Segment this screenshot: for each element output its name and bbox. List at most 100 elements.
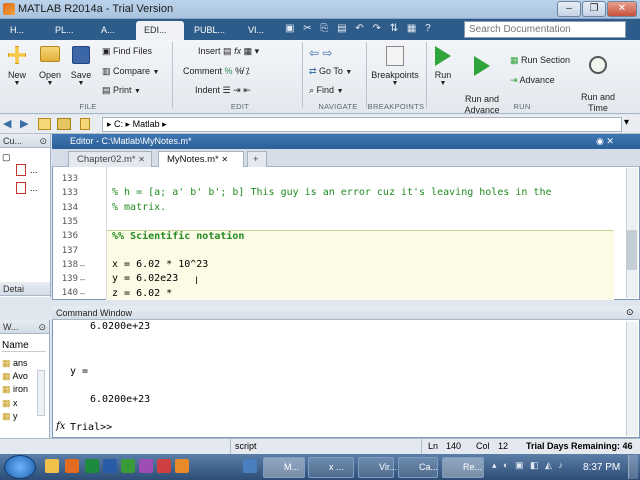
editor-window-controls[interactable]: ◉ ✕ <box>596 136 614 147</box>
tab-mynotes[interactable]: MyNotes.m* ✕ <box>158 151 244 167</box>
taskbar-virtualbox[interactable]: Vir... <box>358 457 397 478</box>
output-label: y = <box>70 366 89 377</box>
back-forward-icon[interactable]: ⇦ ⇨ <box>309 46 332 60</box>
ribbon-separator <box>426 42 427 108</box>
system-tray-icons[interactable]: ▴ ◐ ▣ ◧ ◭ ♪ <box>492 460 582 474</box>
insert-button[interactable]: Insert ▤ fx ▦ ▾ <box>198 46 259 57</box>
breakpoint-dash[interactable]: – <box>80 288 85 298</box>
code-line[interactable]: y = 6.02e23 <box>112 273 178 284</box>
file-name-truncated[interactable]: ... <box>30 183 38 193</box>
tab-home[interactable]: H... <box>2 21 46 40</box>
app-icon[interactable] <box>139 459 153 473</box>
compare-button[interactable]: ▥ Compare ▼ <box>102 66 159 77</box>
path-dropdown-icon[interactable]: ▾ <box>624 117 629 128</box>
breakpoint-dash[interactable]: – <box>80 260 85 270</box>
details-header[interactable]: Detai <box>0 282 50 296</box>
fx-icon[interactable]: fx <box>56 421 65 432</box>
code-line[interactable]: % h = [a; a' b' b'; b] This guy is an er… <box>112 187 552 198</box>
workspace-var[interactable]: ▦ iron <box>2 384 28 395</box>
run-button[interactable]: Run ▼ <box>430 46 456 87</box>
open-button[interactable]: Open ▼ <box>36 46 64 87</box>
save-button[interactable]: Save ▼ <box>68 46 94 87</box>
explorer-icon[interactable] <box>45 459 59 473</box>
command-scrollbar[interactable] <box>626 322 638 436</box>
browse-folder-icon[interactable] <box>57 118 71 130</box>
command-prompt[interactable]: Trial>> <box>70 422 112 433</box>
code-line[interactable]: % matrix. <box>112 202 166 213</box>
code-line[interactable]: x = 6.02 * 10^23 <box>112 259 208 270</box>
editor-scroll-thumb[interactable] <box>627 230 637 270</box>
show-desktop-button[interactable] <box>628 455 638 479</box>
start-button[interactable] <box>4 455 36 479</box>
find-button[interactable]: ⌕ Find ▼ <box>309 85 344 96</box>
name-column-header[interactable]: Name <box>2 340 46 352</box>
run-section-button[interactable]: ▦ Run Section <box>510 55 570 66</box>
quickstart-icon[interactable] <box>65 459 79 473</box>
command-window-title: Command Window <box>56 308 133 318</box>
comment-label: Comment <box>183 66 223 76</box>
close-tab-icon[interactable]: ✕ <box>138 155 145 164</box>
m-file-icon[interactable] <box>16 182 26 194</box>
pane-menu-icon[interactable]: ⊙ <box>38 320 46 334</box>
tool-icon[interactable] <box>121 459 135 473</box>
path-sep-icon: ▸ <box>162 119 167 129</box>
workspace-scrollbar[interactable] <box>37 370 45 416</box>
tab-view[interactable]: VI... <box>240 21 278 40</box>
taskbar-camtasia[interactable]: Ca... <box>398 457 438 478</box>
indent-button[interactable]: Indent ☰ ⇥ ⇤ <box>195 85 251 96</box>
file-name-truncated[interactable]: ... <box>30 165 38 175</box>
tab-plots[interactable]: PL... <box>47 21 91 40</box>
breakpoint-dash[interactable]: – <box>80 274 85 284</box>
tab-publish[interactable]: PUBL... <box>186 21 238 40</box>
taskbar-matlab[interactable]: M... <box>263 457 305 478</box>
line-number-value: 140 <box>446 441 462 451</box>
taskbar-onenote[interactable]: x ... <box>308 457 354 478</box>
breakpoints-button[interactable]: Breakpoints ▼ <box>370 46 420 87</box>
close-tab-icon[interactable]: ✕ <box>221 155 228 164</box>
advance-label: Advance <box>519 75 555 85</box>
search-documentation-input[interactable] <box>464 21 626 38</box>
tab-apps[interactable]: A... <box>93 21 137 40</box>
pane-menu-icon[interactable]: ⊙ <box>39 134 47 148</box>
media-icon[interactable] <box>157 459 171 473</box>
print-button[interactable]: ▤ Print ▼ <box>102 85 141 96</box>
workspace-var[interactable]: ▦ x <box>2 398 18 409</box>
add-tab-button[interactable]: + <box>247 151 267 167</box>
forward-icon[interactable]: ▶ <box>20 117 28 130</box>
current-path[interactable]: ▸ C: ▸ Matlab ▸ <box>102 117 622 132</box>
goto-button[interactable]: ⇄ Go To ▼ <box>309 66 352 77</box>
pane-menu-icon[interactable]: ⊙ <box>626 307 634 318</box>
restore-button[interactable]: ❐ <box>582 1 606 17</box>
find-files-button[interactable]: ▣ Find Files <box>102 46 152 57</box>
chevron-down-icon: ▼ <box>77 80 85 87</box>
quick-access-toolbar[interactable]: ▣ ✂ ⎘ ▤ ↶ ↷ ⇅ ▦ ? <box>285 23 455 37</box>
minimize-button[interactable]: – <box>557 1 581 17</box>
app-icon[interactable] <box>243 459 257 473</box>
comment-button[interactable]: Comment % %̸ ⁒ <box>183 66 250 77</box>
current-folder-header: Cu... ⊙ <box>0 134 50 148</box>
new-button[interactable]: New ▼ <box>4 46 30 87</box>
run-and-time-button[interactable]: Run and Time <box>578 46 618 124</box>
taskbar-recorder[interactable]: Re... <box>442 457 484 478</box>
workspace-var[interactable]: ▦ ans <box>2 358 28 369</box>
word-icon[interactable] <box>103 459 117 473</box>
workspace-var[interactable]: ▦ y <box>2 411 18 422</box>
run-and-advance-button[interactable]: Run and Advance <box>462 46 502 126</box>
code-line[interactable]: %% Scientific notation <box>112 231 244 242</box>
ribbon-separator <box>366 42 367 108</box>
run-and-time-label: Run and Time <box>580 92 616 113</box>
tab-chapter02[interactable]: Chapter02.m* ✕ <box>68 151 152 167</box>
m-file-icon[interactable] <box>16 164 26 176</box>
tab-editor[interactable]: EDI... <box>136 21 184 40</box>
workspace-var[interactable]: ▦ Avo <box>2 371 28 382</box>
back-icon[interactable]: ◀ <box>3 117 11 130</box>
firefox-icon[interactable] <box>175 459 189 473</box>
code-line[interactable]: z = 6.02 * <box>112 288 172 299</box>
excel-icon[interactable] <box>85 459 99 473</box>
path-drive[interactable]: C: <box>114 119 123 129</box>
path-folder[interactable]: Matlab <box>133 119 160 129</box>
up-folder-icon[interactable] <box>38 118 51 130</box>
close-button[interactable]: ✕ <box>607 1 637 17</box>
advance-button[interactable]: ⇥ Advance <box>510 75 555 86</box>
clock[interactable]: 8:37 PM <box>583 462 620 473</box>
